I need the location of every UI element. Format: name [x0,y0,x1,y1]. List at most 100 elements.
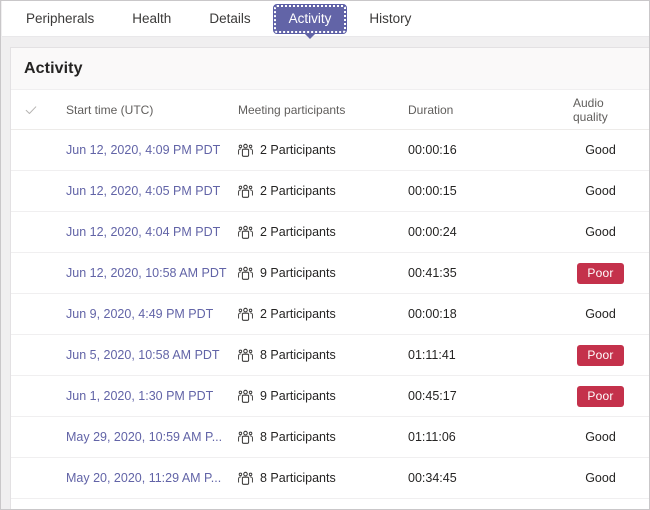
cell-start-time: May 20, 2020, 11:29 AM P... [66,471,238,485]
participants-label: 2 Participants [260,307,336,321]
cell-duration: 00:45:17 [408,389,457,403]
people-group-icon [238,307,253,321]
cell-duration: 01:11:06 [408,430,456,444]
cell-duration: 00:34:45 [408,471,457,485]
column-header-participants[interactable]: Meeting participants [238,103,408,117]
audio-quality-label: Good [585,307,616,321]
participants-label: 8 Participants [260,430,336,444]
audio-quality-label: Good [585,225,616,239]
audio-quality-label: Good [585,184,616,198]
cell-participants: 8 Participants [238,430,408,445]
tab-history[interactable]: History [353,4,427,34]
cell-duration: 00:41:35 [408,266,457,280]
start-time-link[interactable]: May 20, 2020, 11:29 AM P... [66,471,234,485]
cell-start-time: Jun 5, 2020, 10:58 AM PDT [66,348,238,362]
cell-audio-quality: Good [573,471,649,485]
table-header-row: Start time (UTC) Meeting participants Du… [11,90,649,130]
tab-bar: Peripherals Health Details Activity History [2,1,649,39]
tab-health[interactable]: Health [116,4,187,34]
people-group-icon [238,143,253,157]
cell-start-time: Jun 12, 2020, 4:05 PM PDT [66,184,238,198]
participants-label: 9 Participants [260,389,336,403]
table-row[interactable]: Jun 9, 2020, 4:49 PM PDT 2 Participants 00… [11,294,649,335]
people-group-icon [238,225,253,239]
cell-audio-quality: Good [573,225,649,239]
select-all-cell[interactable] [24,103,66,117]
page-title: Activity [24,59,83,77]
panel-header: Activity [11,48,649,90]
people-group-icon [238,430,253,444]
cell-audio-quality: Good [573,143,649,157]
check-icon [25,105,37,114]
cell-participants: 2 Participants [238,184,408,199]
start-time-link[interactable]: Jun 5, 2020, 10:58 AM PDT [66,348,234,362]
cell-start-time: Jun 12, 2020, 4:04 PM PDT [66,225,238,239]
column-header-start-time[interactable]: Start time (UTC) [66,103,238,117]
participants-label: 8 Participants [260,348,336,362]
cell-participants: 9 Participants [238,266,408,281]
cell-start-time: Jun 1, 2020, 1:30 PM PDT [66,389,238,403]
table-row[interactable]: Jun 1, 2020, 1:30 PM PDT 9 Participants 00… [11,376,649,417]
status-badge: Poor [577,262,624,284]
participants-label: 2 Participants [260,143,336,157]
table-body: Jun 12, 2020, 4:09 PM PDT 2 Participants 0… [11,130,649,499]
start-time-link[interactable]: May 29, 2020, 10:59 AM P... [66,430,234,444]
audio-quality-label: Good [585,471,616,485]
status-badge: Poor [577,385,624,407]
cell-participants: 2 Participants [238,225,408,240]
people-group-icon [238,471,253,485]
participants-label: 2 Participants [260,184,336,198]
status-badge: Poor [577,344,624,366]
column-header-audio-quality[interactable]: Audio quality [573,96,649,124]
table-row[interactable]: Jun 12, 2020, 4:04 PM PDT 2 Participants 0… [11,212,649,253]
cell-start-time: Jun 9, 2020, 4:49 PM PDT [66,307,238,321]
activity-panel: Activity Start time (UTC) Meeting partic… [10,47,649,509]
cell-duration: 00:00:16 [408,143,457,157]
tab-peripherals[interactable]: Peripherals [10,4,110,34]
activity-table: Start time (UTC) Meeting participants Du… [11,90,649,499]
table-row[interactable]: Jun 12, 2020, 4:09 PM PDT 2 Participants 0… [11,130,649,171]
people-group-icon [238,348,253,362]
start-time-link[interactable]: Jun 12, 2020, 4:04 PM PDT [66,225,234,239]
participants-label: 9 Participants [260,266,336,280]
people-group-icon [238,389,253,403]
audio-quality-label: Good [585,430,616,444]
cell-participants: 2 Participants [238,307,408,322]
people-group-icon [238,266,253,280]
participants-label: 8 Participants [260,471,336,485]
audio-quality-label: Good [585,143,616,157]
cell-duration: 00:00:24 [408,225,457,239]
cell-audio-quality: Good [573,307,649,321]
activity-panel-window: Peripherals Health Details Activity History … [0,0,650,510]
cell-start-time: Jun 12, 2020, 4:09 PM PDT [66,143,238,157]
start-time-link[interactable]: Jun 12, 2020, 4:09 PM PDT [66,143,234,157]
start-time-link[interactable]: Jun 9, 2020, 4:49 PM PDT [66,307,234,321]
cell-start-time: Jun 12, 2020, 10:58 AM PDT [66,266,238,280]
table-row[interactable]: May 29, 2020, 10:59 AM P... 8 Participant… [11,417,649,458]
column-header-duration[interactable]: Duration [408,103,573,117]
start-time-link[interactable]: Jun 12, 2020, 4:05 PM PDT [66,184,234,198]
cell-audio-quality: Good [573,430,649,444]
cell-participants: 9 Participants [238,389,408,404]
participants-label: 2 Participants [260,225,336,239]
cell-duration: 00:00:15 [408,184,457,198]
tab-details[interactable]: Details [193,4,266,34]
cell-start-time: May 29, 2020, 10:59 AM P... [66,430,238,444]
cell-participants: 2 Participants [238,143,408,158]
table-row[interactable]: May 20, 2020, 11:29 AM P... 8 Participant… [11,458,649,499]
table-row[interactable]: Jun 12, 2020, 4:05 PM PDT 2 Participants 0… [11,171,649,212]
cell-audio-quality: Good [573,184,649,198]
tab-activity[interactable]: Activity [272,3,348,39]
cell-participants: 8 Participants [238,471,408,486]
table-row[interactable]: Jun 12, 2020, 10:58 AM PDT 9 Participants… [11,253,649,294]
cell-duration: 00:00:18 [408,307,457,321]
people-group-icon [238,184,253,198]
cell-duration: 01:11:41 [408,348,456,362]
start-time-link[interactable]: Jun 12, 2020, 10:58 AM PDT [66,266,234,280]
cell-audio-quality: Poor [573,344,649,366]
cell-audio-quality: Poor [573,262,649,284]
start-time-link[interactable]: Jun 1, 2020, 1:30 PM PDT [66,389,234,403]
cell-participants: 8 Participants [238,348,408,363]
cell-audio-quality: Poor [573,385,649,407]
table-row[interactable]: Jun 5, 2020, 10:58 AM PDT 8 Participants 0… [11,335,649,376]
